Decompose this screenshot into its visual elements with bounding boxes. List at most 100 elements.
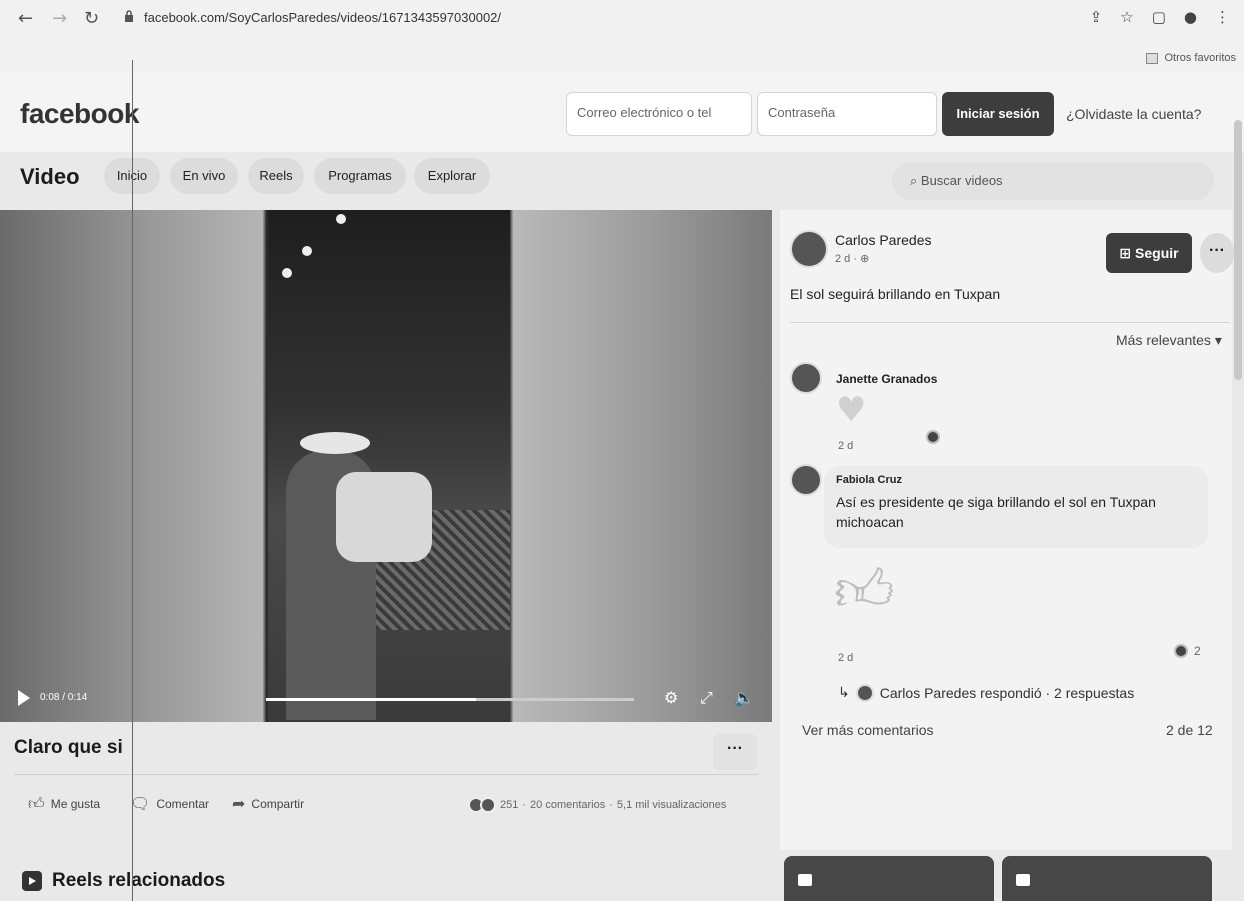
more-comments-link[interactable]: Ver más comentarios [802, 722, 934, 738]
scan-line [132, 60, 133, 901]
sort-label: Más relevantes [1116, 332, 1211, 348]
settings-icon[interactable]: ⚙ [664, 688, 678, 707]
comment-counter: 2 de 12 [1166, 722, 1213, 738]
stage-light [302, 246, 312, 256]
commenter-name[interactable]: Janette Granados [836, 372, 937, 386]
performer-hat [300, 432, 370, 454]
more-options-button[interactable]: ··· [713, 734, 757, 770]
reaction-count[interactable]: 2 [1194, 644, 1201, 658]
reload-icon[interactable]: ↻ [84, 8, 99, 29]
password-field[interactable]: Contraseña [757, 92, 937, 136]
like-button[interactable]: 👍︎ Me gusta [28, 794, 100, 814]
tab-en-vivo[interactable]: En vivo [170, 158, 238, 194]
menu-icon[interactable]: ⋮ [1215, 8, 1230, 26]
video-player[interactable]: 0:08 / 0:14 ⚙ ⤢ 🔈 [0, 210, 772, 722]
comment-time: 2 d [838, 652, 854, 664]
reply-arrow-icon: ↳ [838, 685, 850, 701]
divider [14, 774, 758, 775]
search-videos-input[interactable]: ⌕ Buscar videos [892, 162, 1214, 200]
reaction-icon [926, 430, 940, 444]
folder-icon [1146, 52, 1159, 64]
tab-explorar[interactable]: Explorar [414, 158, 490, 194]
address-bar[interactable]: facebook.com/SoyCarlosParedes/videos/167… [144, 10, 501, 25]
comment-text: Así es presidente qe siga brillando el s… [836, 494, 1156, 530]
profile-icon[interactable]: ● [1184, 8, 1197, 26]
commenter-avatar[interactable] [790, 362, 822, 394]
camera-icon [1016, 874, 1030, 886]
bookmarks-bar[interactable]: Otros favoritos [1146, 52, 1236, 64]
tab-programas[interactable]: Programas [314, 158, 406, 194]
live-action-button[interactable] [1002, 856, 1212, 901]
browser-actions: ⇪ ☆ ▢ ● ⋮ [1090, 8, 1230, 26]
browser-toolbar: ← → ↻ facebook.com/SoyCarlosParedes/vide… [0, 0, 1244, 72]
view-count: 5,1 mil visualizaciones [616, 799, 727, 811]
comment-label: Comentar [156, 796, 209, 811]
video-time: 0:08 / 0:14 [40, 692, 88, 703]
comment-time: 2 d [838, 440, 854, 452]
stage-light [282, 268, 292, 278]
search-icon: ⌕ [910, 174, 918, 189]
video-icon [798, 874, 812, 886]
post-time: 2 d · [835, 253, 858, 265]
sidebar-icon[interactable]: ▢ [1152, 8, 1166, 26]
post-title: Claro que si [14, 737, 123, 758]
fullscreen-icon[interactable]: ⤢ [700, 688, 713, 708]
star-icon[interactable]: ☆ [1120, 8, 1133, 26]
forgot-account-link[interactable]: ¿Olvidaste la cuenta? [1066, 106, 1201, 122]
author-name[interactable]: Carlos Paredes [835, 232, 932, 248]
sort-dropdown[interactable]: Más relevantes ▾ [1116, 332, 1222, 349]
thumbs-up-icon: 👍︎ [28, 794, 45, 813]
reaction-count[interactable]: 251 [500, 799, 518, 811]
share-icon[interactable]: ⇪ [1090, 8, 1103, 26]
commenter-name[interactable]: Fabiola Cruz [836, 474, 902, 486]
follow-label: Seguir [1135, 245, 1179, 261]
login-button[interactable]: Iniciar sesión [942, 92, 1054, 136]
divider [790, 322, 1230, 323]
reply-text: Carlos Paredes respondió · 2 respuestas [879, 685, 1135, 701]
search-placeholder: Buscar videos [920, 173, 1003, 188]
heart-sticker: ♥ [836, 390, 867, 430]
back-icon[interactable]: ← [18, 8, 33, 29]
scrollbar[interactable] [1234, 120, 1242, 380]
stage-light [336, 214, 346, 224]
section-title: Video [20, 164, 80, 189]
facebook-logo[interactable]: facebook [20, 98, 139, 130]
love-reaction-icon [480, 797, 496, 813]
volume-icon[interactable]: 🔈 [734, 688, 754, 707]
email-field[interactable]: Correo electrónico o tel [566, 92, 752, 136]
video-action-button[interactable] [784, 856, 994, 901]
bookmark-label: Otros favoritos [1164, 52, 1236, 64]
follow-icon: ⊞ [1119, 246, 1132, 262]
share-arrow-icon: ➦ [232, 794, 246, 813]
replies-link[interactable]: ↳ Carlos Paredes respondió · 2 respuesta… [838, 684, 1134, 702]
reels-title: Reels relacionados [52, 870, 226, 891]
caret-down-icon: ▾ [1214, 333, 1222, 349]
author-avatar[interactable] [790, 230, 828, 268]
lock-icon [125, 10, 133, 22]
reels-header: Reels relacionados [22, 870, 225, 892]
thumbs-up-sticker: 👍︎ [834, 556, 895, 624]
tab-reels[interactable]: Reels [248, 158, 304, 194]
share-button[interactable]: ➦ Compartir [232, 794, 304, 813]
comment-count[interactable]: 20 comentarios [530, 799, 605, 811]
play-icon[interactable] [18, 690, 30, 706]
reels-icon [22, 871, 42, 891]
reaction-icon [1174, 644, 1188, 658]
forward-icon[interactable]: → [52, 8, 67, 29]
share-label: Compartir [251, 796, 305, 811]
commenter-avatar[interactable] [790, 464, 822, 496]
comment-button[interactable]: 🗨 Comentar [130, 794, 209, 813]
more-menu-button[interactable]: ··· [1200, 233, 1234, 273]
reply-avatar [855, 684, 874, 702]
globe-icon: ⊕ [860, 252, 870, 265]
video-controls: 0:08 / 0:14 ⚙ ⤢ 🔈 [0, 678, 772, 722]
progress-bar[interactable] [266, 698, 634, 701]
comment-icon: 🗨 [130, 794, 151, 813]
follow-button[interactable]: ⊞ Seguir [1106, 233, 1192, 273]
progress-fill [266, 698, 476, 701]
performer-shirt [336, 472, 432, 562]
post-meta: 2 d · ⊕ [835, 252, 869, 265]
post-stats: 251 · 20 comentarios · 5,1 mil visualiza… [468, 797, 726, 813]
post-caption: El sol seguirá brillando en Tuxpan [790, 286, 1001, 302]
like-label: Me gusta [50, 797, 101, 811]
